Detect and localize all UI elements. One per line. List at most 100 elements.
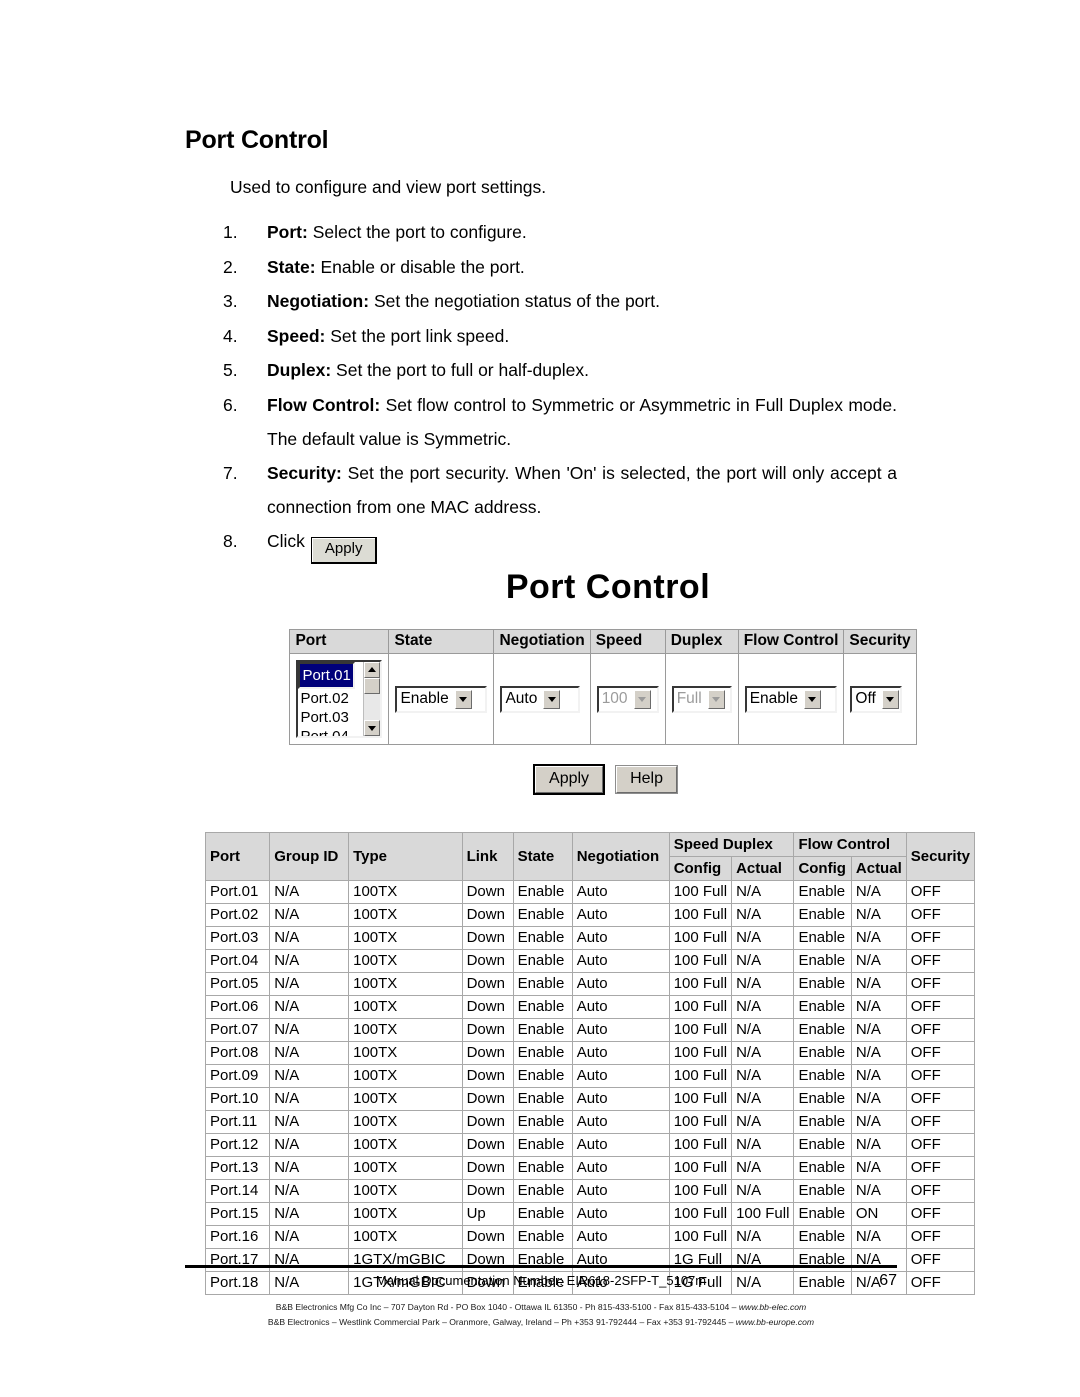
security-select-value: Off	[855, 690, 876, 708]
status-cell-negotiation: Auto	[571, 1179, 670, 1203]
status-cell-group-id: N/A	[269, 880, 350, 904]
apply-button[interactable]: Apply	[533, 763, 606, 796]
table-row: Port.03 N/A 100TX Down Enable Auto 100 Full N/A…	[204, 926, 976, 950]
status-cell-type: 100TX	[348, 1156, 463, 1180]
status-cell-type: 100TX	[348, 926, 463, 950]
flow-control-select[interactable]: Enable	[744, 685, 837, 713]
status-cell-port: Port.02	[204, 903, 271, 927]
status-cell-link: Down	[461, 926, 514, 950]
status-cell-state: Enable	[512, 1156, 573, 1180]
status-cell-speed-config: 100 Full	[668, 1041, 733, 1065]
speed-select: 100	[596, 685, 659, 713]
list-item: 3. Negotiation: Set the negotiation statu…	[185, 285, 897, 319]
status-cell-port: Port.15	[204, 1202, 271, 1226]
duplex-cell: Full	[664, 653, 739, 745]
negotiation-select[interactable]: Auto	[500, 685, 581, 713]
status-cell-negotiation: Auto	[571, 903, 670, 927]
status-cell-flow-actual: N/A	[850, 1041, 907, 1065]
status-cell-link: Up	[461, 1202, 514, 1226]
chevron-down-icon	[633, 689, 651, 709]
port-option[interactable]: Port.03	[298, 708, 363, 727]
status-cell-speed-actual: N/A	[731, 995, 795, 1019]
status-cell-flow-actual: N/A	[850, 903, 907, 927]
status-cell-flow-actual: N/A	[850, 1087, 907, 1111]
status-cell-group-id: N/A	[269, 1110, 350, 1134]
step-number: 5.	[223, 360, 238, 381]
step-term: Duplex:	[267, 360, 332, 381]
form-header-state: State	[388, 629, 495, 654]
security-select[interactable]: Off	[850, 685, 903, 713]
status-cell-speed-actual: N/A	[731, 1110, 795, 1134]
scrollbar-thumb[interactable]	[364, 678, 381, 694]
flow-control-cell: Enable	[737, 653, 845, 745]
table-row: Port.02 N/A 100TX Down Enable Auto 100 Full N/A…	[204, 903, 976, 927]
status-header-flow-actual: Actual	[850, 856, 907, 881]
status-cell-speed-config: 100 Full	[668, 1225, 733, 1249]
status-cell-negotiation: Auto	[571, 1133, 670, 1157]
status-cell-flow-actual: N/A	[850, 926, 907, 950]
status-cell-flow-actual: N/A	[850, 995, 907, 1019]
status-cell-security: OFF	[905, 949, 976, 973]
port-status-table: Port Group ID Type Link State Negotiatio…	[204, 832, 976, 1295]
status-cell-flow-config: Enable	[793, 1156, 852, 1180]
status-cell-security: OFF	[905, 1133, 976, 1157]
status-header-flow-config: Config	[793, 856, 852, 881]
status-cell-type: 100TX	[348, 1041, 463, 1065]
status-cell-group-id: N/A	[269, 1018, 350, 1042]
list-item: 8. Click Apply	[185, 525, 897, 564]
status-cell-link: Down	[461, 1110, 514, 1134]
chevron-down-icon[interactable]	[881, 689, 899, 709]
status-cell-state: Enable	[512, 1202, 573, 1226]
status-cell-speed-config: 100 Full	[668, 903, 733, 927]
status-cell-speed-actual: N/A	[731, 1156, 795, 1180]
state-select[interactable]: Enable	[395, 685, 488, 713]
port-option[interactable]: Port.02	[298, 689, 363, 708]
status-cell-group-id: N/A	[269, 1156, 350, 1180]
status-cell-group-id: N/A	[269, 972, 350, 996]
chevron-down-icon[interactable]	[543, 689, 561, 709]
status-cell-security: OFF	[905, 972, 976, 996]
triangle-up-icon[interactable]	[364, 662, 381, 678]
status-cell-type: 100TX	[348, 972, 463, 996]
chevron-down-icon[interactable]	[803, 689, 821, 709]
status-cell-negotiation: Auto	[571, 1087, 670, 1111]
steps-list: 1. Port: Select the port to configure. 2.…	[185, 216, 897, 564]
status-cell-negotiation: Auto	[571, 949, 670, 973]
status-cell-flow-actual: N/A	[850, 1225, 907, 1249]
status-cell-flow-actual: N/A	[850, 1110, 907, 1134]
triangle-down-icon[interactable]	[364, 720, 381, 736]
scrollbar-track[interactable]	[364, 694, 381, 720]
port-listbox-scrollbar[interactable]	[363, 662, 381, 736]
step-number: 7.	[223, 463, 238, 484]
status-cell-port: Port.11	[204, 1110, 271, 1134]
table-row: Port.06 N/A 100TX Down Enable Auto 100 Full N/A…	[204, 995, 976, 1019]
list-item: 2. State: Enable or disable the port.	[185, 251, 897, 285]
status-header-group-id: Group ID	[269, 832, 350, 881]
help-button[interactable]: Help	[615, 764, 678, 795]
footer-url-us: www.bb-elec.com	[738, 1302, 807, 1312]
table-row: Port.08 N/A 100TX Down Enable Auto 100 Full N/A…	[204, 1041, 976, 1065]
step-text: Set the negotiation status of the port.	[369, 291, 660, 312]
status-header-speed-duplex: Speed Duplex	[668, 832, 795, 857]
step-text: Select the port to configure.	[307, 222, 527, 242]
port-option-list[interactable]: Port.01 Port.02 Port.03 Port.04	[298, 662, 363, 736]
state-select-value: Enable	[400, 690, 449, 708]
table-row: Port.12 N/A 100TX Down Enable Auto 100 Full N/A…	[204, 1133, 976, 1157]
status-table-body: Port.01 N/A 100TX Down Enable Auto 100 Full N/A…	[204, 880, 976, 1295]
status-cell-speed-config: 100 Full	[668, 1179, 733, 1203]
status-cell-type: 100TX	[348, 1133, 463, 1157]
status-cell-flow-config: Enable	[793, 972, 852, 996]
form-header-speed: Speed	[589, 629, 666, 654]
status-cell-link: Down	[461, 972, 514, 996]
chevron-down-icon[interactable]	[454, 689, 472, 709]
status-cell-flow-actual: ON	[850, 1202, 907, 1226]
step-text: Enable or disable the port.	[315, 256, 525, 277]
port-listbox[interactable]: Port.01 Port.02 Port.03 Port.04	[296, 660, 383, 738]
form-header-negotiation: Negotiation	[493, 629, 591, 654]
port-option-selected[interactable]: Port.01	[298, 662, 355, 689]
port-option[interactable]: Port.04	[298, 727, 363, 736]
status-cell-state: Enable	[512, 949, 573, 973]
status-cell-link: Down	[461, 1133, 514, 1157]
form-button-row: Apply Help	[283, 763, 923, 796]
status-cell-state: Enable	[512, 1064, 573, 1088]
